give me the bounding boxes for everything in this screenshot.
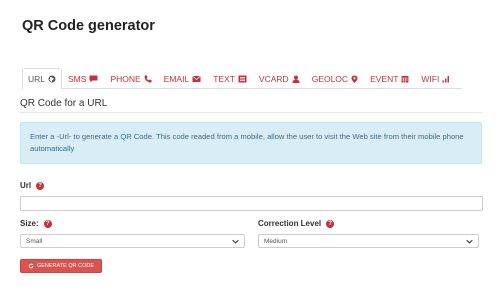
map-marker-icon [351, 75, 358, 83]
tab-text[interactable]: TEXT [207, 68, 253, 89]
help-icon[interactable]: ? [43, 219, 52, 228]
size-select[interactable]: Small [20, 234, 245, 248]
phone-icon [144, 75, 152, 83]
tab-label: EVENT [370, 73, 399, 84]
correction-select-value: Medium [264, 237, 288, 245]
help-icon[interactable]: ? [36, 181, 45, 190]
comment-icon [89, 75, 98, 83]
section-title: QR Code for a URL [20, 98, 108, 109]
tab-label: WIFI [421, 73, 440, 84]
tab-label: VCARD [258, 73, 289, 84]
chevron-down-icon [232, 239, 239, 244]
page-title: QR Code generator [22, 18, 155, 34]
divider [20, 112, 482, 113]
tab-phone[interactable]: PHONE [104, 68, 157, 89]
tab-url[interactable]: URL [22, 68, 63, 90]
text-icon [238, 75, 247, 83]
globe-icon [48, 75, 56, 83]
url-label: Url ? [20, 181, 45, 190]
tab-label: GEOLOC [311, 73, 349, 84]
correction-select[interactable]: Medium [258, 234, 479, 248]
tab-sms[interactable]: SMS [62, 68, 104, 89]
chevron-down-icon [466, 239, 473, 244]
tab-vcard[interactable]: VCARD [253, 68, 306, 89]
url-input[interactable] [20, 196, 483, 211]
info-alert: Enter a -Url- to generate a QR Code. Thi… [20, 122, 482, 164]
size-select-value: Small [26, 237, 43, 245]
tab-event[interactable]: EVENT [364, 68, 415, 89]
tab-email[interactable]: EMAIL [158, 68, 208, 89]
tab-geoloc[interactable]: GEOLOC [306, 68, 364, 89]
help-icon[interactable]: ? [326, 219, 335, 228]
tab-label: PHONE [110, 73, 141, 84]
tab-wifi[interactable]: WIFI [415, 68, 456, 89]
user-icon [292, 75, 300, 83]
tab-label: TEXT [213, 73, 235, 84]
envelope-icon [192, 75, 201, 83]
generate-qr-label: GENERATE QR CODE [36, 263, 95, 269]
tab-label: URL [28, 74, 46, 84]
signal-icon [442, 75, 450, 83]
size-label: Size: ? [20, 219, 52, 228]
tab-bar: URL SMS PHONE EMAIL TEXT VCARD GEOLOC EV… [22, 68, 462, 90]
tab-label: SMS [68, 73, 87, 84]
generate-qr-button[interactable]: GENERATE QR CODE [20, 259, 102, 273]
calendar-icon [401, 75, 409, 83]
refresh-icon [28, 263, 34, 269]
tab-label: EMAIL [163, 73, 190, 84]
correction-label: Correction Level ? [258, 219, 335, 228]
